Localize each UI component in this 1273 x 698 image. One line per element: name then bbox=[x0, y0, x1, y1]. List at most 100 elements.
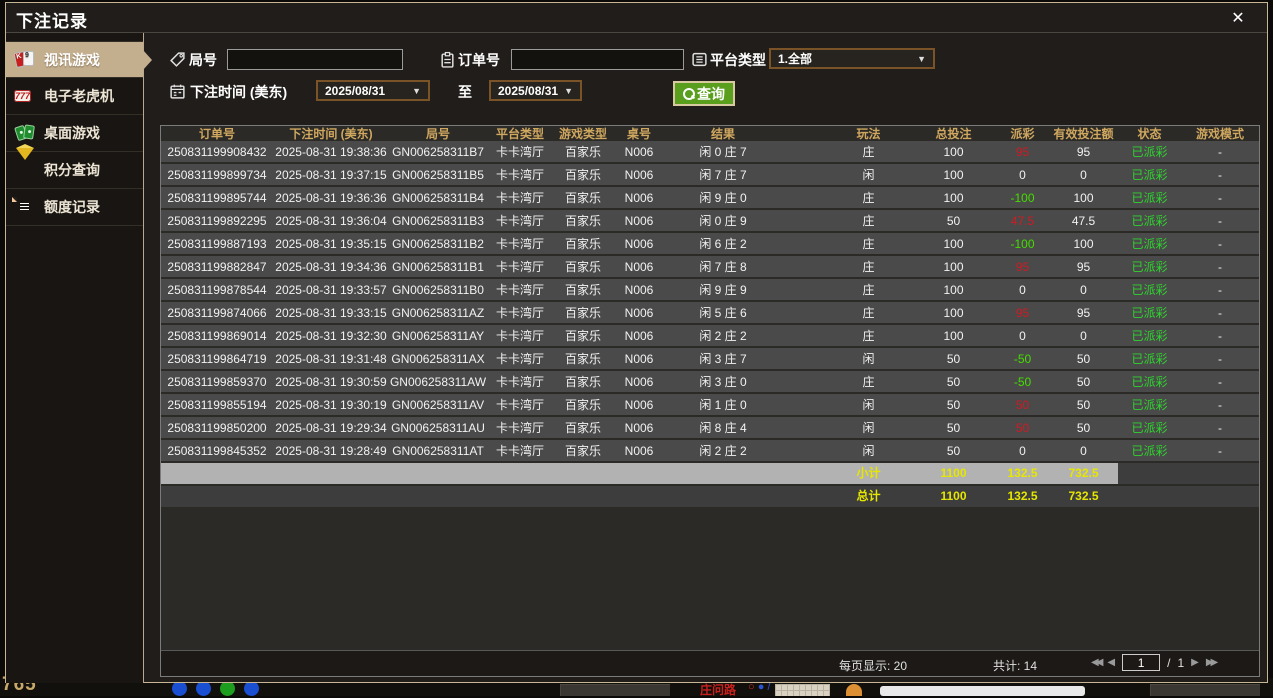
date-from-value: 2025/08/31 bbox=[325, 84, 385, 98]
column-header: 平台类型 bbox=[487, 125, 553, 142]
sum-label: 小计 bbox=[826, 463, 911, 484]
date-to-value: 2025/08/31 bbox=[498, 84, 558, 98]
sidebar-item-slots[interactable]: 777 电子老虎机 bbox=[6, 78, 143, 115]
chevron-down-icon: ▼ bbox=[412, 86, 421, 96]
cell-platform: 卡卡湾厅 bbox=[487, 419, 553, 436]
dialog-titlebar: 下注记录 ✕ bbox=[6, 3, 1267, 33]
cell-play-side: 庄 bbox=[826, 258, 911, 275]
cell-valid-bet: 95 bbox=[1049, 260, 1118, 274]
calendar-icon bbox=[169, 83, 186, 100]
sum-value: 1100 bbox=[911, 463, 996, 484]
cell-table-no: N006 bbox=[613, 168, 665, 182]
sum-empty bbox=[665, 486, 781, 507]
cell-result: 闲 2 庄 2 bbox=[665, 442, 781, 459]
sidebar-item-label: 视讯游戏 bbox=[44, 50, 100, 70]
cell-play-side: 闲 bbox=[826, 442, 911, 459]
cell-play-side: 庄 bbox=[826, 373, 911, 390]
sum-value: 132.5 bbox=[996, 463, 1049, 484]
cell-platform: 卡卡湾厅 bbox=[487, 281, 553, 298]
cell-status: 已派彩 bbox=[1118, 442, 1181, 459]
chevron-down-icon: ▼ bbox=[917, 54, 926, 64]
cell-round-id: GN006258311AV bbox=[389, 398, 487, 412]
cell-valid-bet: 50 bbox=[1049, 421, 1118, 435]
cell-game-mode: - bbox=[1181, 260, 1259, 274]
next-page-icon[interactable]: ▶ bbox=[1191, 657, 1199, 668]
cell-game-type: 百家乐 bbox=[553, 327, 613, 344]
table-row: 2508311998871932025-08-31 19:35:15GN0062… bbox=[161, 233, 1259, 254]
cell-payout: -100 bbox=[996, 237, 1049, 251]
column-header: 局号 bbox=[389, 125, 487, 142]
sum-empty bbox=[553, 486, 613, 507]
first-page-icon[interactable]: ◀◀ bbox=[1091, 657, 1100, 668]
cell-platform: 卡卡湾厅 bbox=[487, 235, 553, 252]
cell-bet-time: 2025-08-31 19:33:15 bbox=[273, 306, 389, 320]
table-row: 2508311998740662025-08-31 19:33:15GN0062… bbox=[161, 302, 1259, 323]
cell-game-mode: - bbox=[1181, 421, 1259, 435]
column-header: 结果 bbox=[665, 125, 781, 142]
cell-order-id: 250831199887193 bbox=[161, 237, 273, 251]
date-to-select[interactable]: 2025/08/31 ▼ bbox=[489, 80, 582, 101]
cell-status: 已派彩 bbox=[1118, 235, 1181, 252]
sidebar-item-video-games[interactable]: K9 视讯游戏 bbox=[6, 41, 143, 78]
sum-value: 732.5 bbox=[1049, 486, 1118, 507]
sum-empty bbox=[273, 486, 389, 507]
cell-game-mode: - bbox=[1181, 168, 1259, 182]
date-from-select[interactable]: 2025/08/31 ▼ bbox=[316, 80, 430, 101]
cell-result: 闲 9 庄 9 bbox=[665, 281, 781, 298]
prev-page-icon[interactable]: ◀ bbox=[1107, 657, 1115, 668]
cell-bet-time: 2025-08-31 19:36:36 bbox=[273, 191, 389, 205]
betting-records-dialog: 下注记录 ✕ K9 视讯游戏 777 电子老虎机 桌面游戏 积分查询 额度记录 bbox=[5, 2, 1268, 683]
table-row: 2508311999084322025-08-31 19:38:36GN0062… bbox=[161, 141, 1259, 162]
search-button-label: 查询 bbox=[697, 84, 725, 104]
sidebar-item-points-query[interactable]: 积分查询 bbox=[6, 152, 143, 189]
sidebar-item-label: 电子老虎机 bbox=[44, 86, 114, 106]
cell-round-id: GN006258311B4 bbox=[389, 191, 487, 205]
cell-order-id: 250831199864719 bbox=[161, 352, 273, 366]
order-id-input[interactable] bbox=[511, 49, 684, 70]
cell-play-side: 庄 bbox=[826, 304, 911, 321]
cell-game-mode: - bbox=[1181, 306, 1259, 320]
sum-empty bbox=[553, 463, 613, 484]
filter-bar: 局号 订单号 平台类型 1.全部 ▼ 下注时间 (美东) 2025/08/31 … bbox=[145, 33, 1267, 125]
cell-valid-bet: 95 bbox=[1049, 145, 1118, 159]
column-header: 玩法 bbox=[826, 125, 911, 142]
last-page-icon[interactable]: ▶▶ bbox=[1206, 657, 1215, 668]
page-number-input[interactable]: 1 bbox=[1122, 654, 1160, 671]
cell-bet-time: 2025-08-31 19:34:36 bbox=[273, 260, 389, 274]
round-id-input[interactable] bbox=[227, 49, 403, 70]
cell-valid-bet: 95 bbox=[1049, 306, 1118, 320]
cell-result: 闲 7 庄 7 bbox=[665, 166, 781, 183]
column-header: 总投注 bbox=[911, 125, 996, 142]
order-id-label: 订单号 bbox=[458, 50, 500, 70]
cell-order-id: 250831199878544 bbox=[161, 283, 273, 297]
lobby-chat-input bbox=[880, 686, 1085, 696]
cell-payout: 50 bbox=[996, 398, 1049, 412]
cell-total-bet: 50 bbox=[911, 421, 996, 435]
cell-game-type: 百家乐 bbox=[553, 212, 613, 229]
cell-payout: 0 bbox=[996, 444, 1049, 458]
cell-table-no: N006 bbox=[613, 237, 665, 251]
cell-round-id: GN006258311AU bbox=[389, 421, 487, 435]
table-row: 2508311998828472025-08-31 19:34:36GN0062… bbox=[161, 256, 1259, 277]
cell-bet-time: 2025-08-31 19:31:48 bbox=[273, 352, 389, 366]
cell-order-id: 250831199845352 bbox=[161, 444, 273, 458]
sum-empty bbox=[273, 463, 389, 484]
cell-bet-time: 2025-08-31 19:36:04 bbox=[273, 214, 389, 228]
cell-platform: 卡卡湾厅 bbox=[487, 189, 553, 206]
table-header-row: 订单号下注时间 (美东)局号平台类型游戏类型桌号结果玩法总投注派彩有效投注额状态… bbox=[161, 126, 1259, 141]
cell-table-no: N006 bbox=[613, 306, 665, 320]
credit-record-icon bbox=[14, 197, 36, 217]
road-bead-icon bbox=[172, 681, 187, 696]
dialog-title: 下注记录 bbox=[16, 7, 88, 32]
close-icon[interactable]: ✕ bbox=[1227, 8, 1249, 30]
bet-time-label: 下注时间 (美东) bbox=[190, 82, 287, 102]
sidebar-item-credit-records[interactable]: 额度记录 bbox=[6, 189, 143, 226]
cell-table-no: N006 bbox=[613, 375, 665, 389]
cell-bet-time: 2025-08-31 19:33:57 bbox=[273, 283, 389, 297]
sum-empty bbox=[487, 463, 553, 484]
cell-order-id: 250831199892295 bbox=[161, 214, 273, 228]
platform-type-select[interactable]: 1.全部 ▼ bbox=[769, 48, 935, 69]
search-button[interactable]: 查询 bbox=[673, 81, 735, 106]
lobby-avatar bbox=[846, 684, 862, 696]
cell-status: 已派彩 bbox=[1118, 281, 1181, 298]
